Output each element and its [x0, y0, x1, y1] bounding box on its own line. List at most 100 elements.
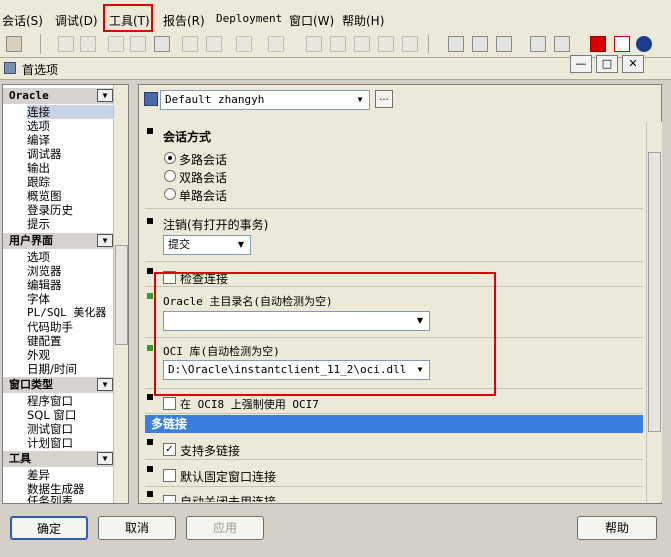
minimize-button[interactable]: —	[570, 55, 592, 73]
nav-item-output[interactable]: 输出	[27, 161, 50, 175]
category-user-interface[interactable]: 用户界面 ▼	[3, 233, 115, 249]
find-icon[interactable]	[182, 36, 198, 52]
nav-item-program-window[interactable]: 程序窗口	[27, 394, 73, 408]
auto-close-checkbox[interactable]	[163, 495, 176, 502]
pdf-icon[interactable]	[614, 36, 630, 52]
cut-icon[interactable]	[108, 36, 124, 52]
nav-item-key-config[interactable]: 键配置	[27, 334, 62, 348]
chevron-down-icon[interactable]: ▼	[97, 452, 113, 465]
nav-item-plsql-beautifier[interactable]: PL/SQL 美化器	[27, 306, 106, 320]
scroll-thumb[interactable]	[648, 152, 661, 432]
nav-item-code-assistant[interactable]: 代码助手	[27, 320, 73, 334]
ok-button[interactable]: 确定	[10, 516, 88, 540]
profile-select[interactable]: Default zhangyh ▼	[160, 90, 370, 110]
nav-item-ui-options[interactable]: 选项	[27, 250, 50, 264]
chevron-down-icon[interactable]: ▼	[97, 234, 113, 247]
nav-item-overview[interactable]: 概览图	[27, 189, 62, 203]
apply-button[interactable]: 应用	[186, 516, 264, 540]
multi-connection-header: 多链接	[145, 415, 643, 433]
maximize-button[interactable]: □	[596, 55, 618, 73]
nav-item-connection[interactable]: 连接	[27, 105, 115, 119]
format-icon[interactable]	[402, 36, 418, 52]
nav-item-fonts[interactable]: 字体	[27, 292, 50, 306]
lowercase-icon[interactable]	[378, 36, 394, 52]
radio-single-session[interactable]	[164, 188, 176, 200]
template-list-icon[interactable]	[472, 36, 488, 52]
template-icon[interactable]	[448, 36, 464, 52]
nav-item-compile[interactable]: 编译	[27, 133, 50, 147]
redo-icon[interactable]	[80, 36, 96, 52]
default-fixed-connection-checkbox[interactable]	[163, 469, 176, 482]
nav-item-hints[interactable]: 提示	[27, 217, 50, 231]
highlight-tools-menu	[103, 4, 153, 32]
menu-window[interactable]: 窗口(W)	[289, 12, 334, 29]
preferences-nav: Oracle ▼ 连接 选项 编译 调试器 输出 跟踪 概览图 登录历史 提示 用…	[2, 84, 129, 504]
bullet-marker	[147, 128, 153, 134]
logoff-select[interactable]: 提交 ▼	[163, 235, 251, 255]
window-title: 首选项	[22, 63, 59, 77]
nav-item-debugger[interactable]: 调试器	[27, 147, 62, 161]
menu-debug[interactable]: 调试(D)	[55, 12, 98, 29]
unindent-icon[interactable]	[268, 36, 284, 52]
cancel-button[interactable]: 取消	[98, 516, 176, 540]
radio-dual-session[interactable]	[164, 170, 176, 182]
uncomment-icon[interactable]	[330, 36, 346, 52]
nav-item-appearance[interactable]: 外观	[27, 348, 50, 362]
radio-multi-session-label: 多路会话	[179, 153, 228, 167]
uppercase-icon[interactable]	[354, 36, 370, 52]
paste-icon[interactable]	[154, 36, 170, 52]
nav-item-sql-window[interactable]: SQL 窗口	[27, 408, 76, 422]
auto-close-label: 自动关闭未用连接	[180, 495, 277, 502]
settings-scrollbar[interactable]	[646, 122, 662, 502]
nav-item-options[interactable]: 选项	[27, 119, 50, 133]
bullet-marker	[147, 345, 153, 351]
nav-item-task-list[interactable]: 任务列表	[27, 494, 73, 503]
nav-scrollbar[interactable]	[113, 85, 128, 503]
oracle-icon[interactable]	[590, 36, 606, 52]
radio-multi-session[interactable]	[164, 152, 176, 164]
profile-icon	[144, 92, 158, 106]
menu-reports[interactable]: 报告(R)	[163, 12, 205, 29]
force-oci7-checkbox[interactable]	[163, 397, 176, 410]
menu-session[interactable]: 会话(S)	[2, 12, 43, 29]
scroll-thumb[interactable]	[115, 245, 128, 345]
nav-item-test-window[interactable]: 测试窗口	[27, 422, 73, 436]
nav-item-plan-window[interactable]: 计划窗口	[27, 436, 73, 450]
pen-icon[interactable]	[6, 36, 22, 52]
force-oci7-label: 在 OCI8 上强制使用 OCI7	[180, 398, 319, 411]
nav-item-editor[interactable]: 编辑器	[27, 278, 62, 292]
support-multi-connection-checkbox[interactable]: ✓	[163, 443, 176, 456]
profile-more-button[interactable]: ...	[375, 90, 393, 108]
help-button[interactable]: 帮助	[577, 516, 657, 540]
undo-icon[interactable]	[58, 36, 74, 52]
chevron-down-icon: ▼	[357, 95, 363, 104]
replace-icon[interactable]	[206, 36, 222, 52]
comment-icon[interactable]	[306, 36, 322, 52]
nav-item-compare[interactable]: 差异	[27, 468, 50, 482]
session-mode-title: 会话方式	[163, 130, 212, 144]
bullet-marker	[147, 218, 153, 224]
preferences-icon	[4, 62, 16, 74]
nav-item-date-time[interactable]: 日期/时间	[27, 362, 77, 376]
menu-help[interactable]: 帮助(H)	[342, 12, 384, 29]
chevron-down-icon[interactable]: ▼	[97, 89, 113, 102]
windows-icon[interactable]	[530, 36, 546, 52]
close-button[interactable]: ✕	[622, 55, 644, 73]
bullet-marker	[147, 491, 153, 497]
menu-deployment[interactable]: Deployment	[216, 12, 282, 25]
support-multi-connection-label: 支持多链接	[180, 444, 241, 458]
tile-icon[interactable]	[554, 36, 570, 52]
copy-icon[interactable]	[130, 36, 146, 52]
info-icon[interactable]	[636, 36, 652, 52]
bullet-marker	[147, 394, 153, 400]
print-icon[interactable]	[496, 36, 512, 52]
nav-item-browser[interactable]: 浏览器	[27, 264, 62, 278]
indent-icon[interactable]	[236, 36, 252, 52]
category-oracle[interactable]: Oracle ▼	[3, 88, 115, 104]
chevron-down-icon[interactable]: ▼	[97, 378, 113, 391]
default-fixed-connection-label: 默认固定窗口连接	[180, 470, 277, 484]
category-tools[interactable]: 工具 ▼	[3, 451, 115, 467]
category-window-types[interactable]: 窗口类型 ▼	[3, 377, 115, 393]
nav-item-logon-history[interactable]: 登录历史	[27, 203, 73, 217]
nav-item-trace[interactable]: 跟踪	[27, 175, 50, 189]
